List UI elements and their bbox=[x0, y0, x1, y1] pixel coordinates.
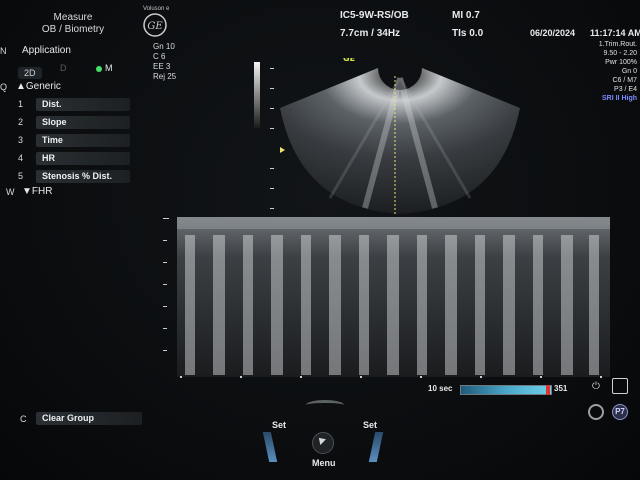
depth-frame-rate: 7.7cm / 34Hz bbox=[340, 28, 401, 39]
grayscale-bar bbox=[254, 62, 260, 128]
set-right-handle[interactable] bbox=[368, 432, 384, 462]
mode-2d-button[interactable]: 2D bbox=[18, 67, 42, 79]
menu-item-slope[interactable]: Slope bbox=[36, 116, 130, 129]
mode-m-label: M bbox=[105, 63, 113, 73]
m-scale-tick bbox=[163, 284, 167, 285]
set-right-label: Set bbox=[363, 420, 378, 430]
frequency-range: 9.50 - 2.20 bbox=[603, 50, 637, 57]
sri-setting: SRI II High bbox=[602, 95, 637, 102]
cine-frame-count: 351 bbox=[554, 384, 568, 393]
power-level: Pwr 100% bbox=[605, 59, 637, 66]
m-scale-tick bbox=[163, 306, 167, 307]
fhr-group[interactable]: ▼FHR bbox=[22, 186, 52, 197]
time-tick bbox=[300, 376, 302, 378]
cine-progress-bar[interactable] bbox=[460, 385, 552, 395]
set-left-handle[interactable] bbox=[262, 432, 278, 462]
mode-title: Measure OB / Biometry bbox=[28, 12, 118, 36]
menu-item-stenosis-dist[interactable]: Stenosis % Dist. bbox=[36, 170, 130, 183]
gain-level: Gn 0 bbox=[621, 68, 637, 75]
plug-icon: ⏻ bbox=[592, 381, 600, 392]
set-left-label: Set bbox=[272, 420, 287, 430]
mode-row: 2D bbox=[18, 63, 42, 81]
item-number-1: 1 bbox=[18, 99, 24, 109]
item-number-3: 3 bbox=[18, 135, 24, 145]
fhr-label: FHR bbox=[31, 186, 53, 197]
q-key: Q bbox=[0, 82, 8, 92]
right-readouts: 1.Trim.Rout. 9.50 - 2.20 Pwr 100% Gn 0 C… bbox=[585, 40, 637, 103]
mode-line-2: OB / Biometry bbox=[41, 24, 105, 35]
time-tick bbox=[540, 376, 542, 378]
mode-d-button[interactable]: D bbox=[60, 63, 67, 73]
m-scale-tick bbox=[163, 262, 167, 263]
disk-icon[interactable] bbox=[588, 404, 604, 420]
n-key: N bbox=[0, 46, 7, 56]
time-label: 11:17:14 AM bbox=[590, 28, 640, 38]
trackball-arc bbox=[306, 400, 344, 410]
m-scale-tick bbox=[163, 240, 167, 241]
p-e-setting: P3 / E4 bbox=[614, 86, 637, 93]
time-tick bbox=[480, 376, 482, 378]
triangle-down-icon: ▼ bbox=[22, 186, 32, 197]
trackball-cursor-icon[interactable] bbox=[312, 432, 334, 454]
svg-text:GE: GE bbox=[147, 21, 163, 32]
ultrasound-screen: Measure OB / Biometry Voluson e GE IC5-9… bbox=[0, 0, 640, 480]
param-rej: Rej 25 bbox=[153, 72, 177, 81]
mode-m-button[interactable]: M bbox=[96, 63, 113, 73]
item-number-4: 4 bbox=[18, 153, 24, 163]
active-dot-icon bbox=[96, 65, 102, 72]
item-number-2: 2 bbox=[18, 117, 24, 127]
c-key: C bbox=[20, 414, 27, 424]
application-label[interactable]: Application bbox=[22, 45, 71, 56]
ge-logo-icon: GE bbox=[143, 13, 167, 37]
p7-button[interactable]: P7 bbox=[612, 404, 628, 420]
mechanical-index: MI 0.7 bbox=[452, 10, 480, 21]
clear-group-button[interactable]: Clear Group bbox=[36, 412, 142, 425]
printer-icon[interactable] bbox=[612, 378, 628, 394]
c-m-setting: C6 / M7 bbox=[612, 77, 637, 84]
m-mode-image bbox=[177, 217, 610, 377]
w-key: W bbox=[6, 187, 15, 197]
time-tick bbox=[180, 376, 182, 378]
menu-item-dist[interactable]: Dist. bbox=[36, 98, 130, 111]
m-scale-tick bbox=[163, 328, 167, 329]
menu-item-hr[interactable]: HR bbox=[36, 152, 130, 165]
menu-label: Menu bbox=[312, 458, 336, 468]
param-c: C 6 bbox=[153, 52, 166, 61]
b-mode-image: GE bbox=[280, 58, 520, 216]
generic-label: Generic bbox=[25, 81, 61, 92]
m-scale-tick bbox=[163, 350, 167, 351]
time-tick bbox=[240, 376, 242, 378]
menu-item-time[interactable]: Time bbox=[36, 134, 130, 147]
time-tick bbox=[600, 376, 602, 378]
triangle-up-icon: ▲ bbox=[16, 81, 26, 92]
date-label: 06/20/2024 bbox=[530, 28, 576, 38]
preset-name: 1.Trim.Rout. bbox=[598, 41, 637, 48]
image-params: Gn 10 C 6 EE 3 Rej 25 bbox=[153, 42, 176, 82]
param-gain: Gn 10 bbox=[153, 42, 175, 51]
thermal-index: TIs 0.0 bbox=[452, 28, 484, 39]
mode-line-1: Measure bbox=[53, 12, 93, 23]
time-tick bbox=[360, 376, 362, 378]
ge-marker: GE bbox=[343, 58, 355, 63]
time-tick bbox=[420, 376, 422, 378]
m-scale-tick bbox=[163, 218, 169, 219]
cine-position-marker[interactable] bbox=[546, 385, 550, 395]
generic-group[interactable]: ▲Generic bbox=[16, 81, 61, 92]
param-ee: EE 3 bbox=[153, 62, 171, 71]
item-number-5: 5 bbox=[18, 171, 24, 181]
sweep-label: 10 sec bbox=[428, 384, 453, 393]
probe-label: IC5-9W-RS/OB bbox=[340, 10, 409, 21]
